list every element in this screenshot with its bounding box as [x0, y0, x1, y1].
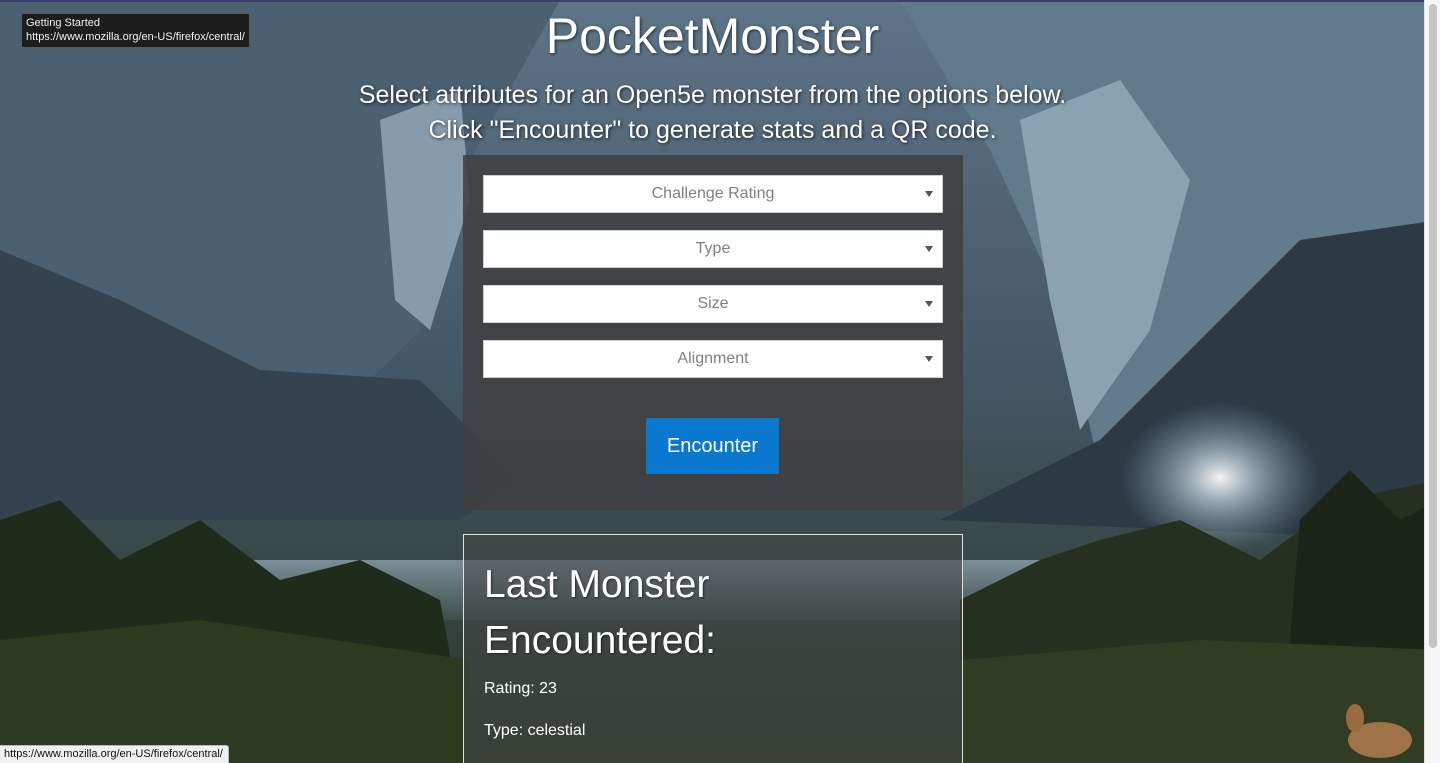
alignment-select[interactable]: Alignment [483, 340, 943, 378]
challenge-rating-select[interactable]: Challenge Rating [483, 175, 943, 213]
last-monster-heading: Last Monster Encountered: [484, 563, 717, 662]
last-monster-panel: Last Monster Encountered: Rating: 23 Typ… [463, 534, 963, 763]
size-select[interactable]: Size [483, 285, 943, 323]
chevron-down-icon [925, 356, 933, 362]
challenge-rating-placeholder: Challenge Rating [651, 185, 775, 202]
subtitle-line-1: Select attributes for an Open5e monster … [358, 81, 1067, 109]
type-select[interactable]: Type [483, 230, 943, 268]
chevron-down-icon [925, 191, 933, 197]
monster-form-panel: Challenge Rating Type Size Alignment Enc… [463, 155, 963, 510]
alignment-placeholder: Alignment [677, 350, 749, 367]
encounter-button[interactable]: Encounter [646, 418, 779, 474]
window-top-border [0, 0, 1440, 2]
type-placeholder: Type [695, 240, 731, 257]
monster-rating: Rating: 23 [484, 680, 557, 697]
chevron-down-icon [925, 301, 933, 307]
chevron-down-icon [925, 246, 933, 252]
subtitle-line-2: Click "Encounter" to generate stats and … [428, 116, 997, 144]
page-subtitle: Select attributes for an Open5e monster … [0, 78, 1425, 148]
size-placeholder: Size [697, 295, 729, 312]
scrollbar-thumb[interactable] [1429, 4, 1437, 648]
link-tooltip: Getting Started https://www.mozilla.org/… [21, 13, 250, 48]
tooltip-title: Getting Started [26, 17, 100, 29]
tooltip-url: https://www.mozilla.org/en-US/firefox/ce… [26, 31, 245, 43]
monster-type: Type: celestial [484, 722, 586, 739]
status-bar-url: https://www.mozilla.org/en-US/firefox/ce… [0, 745, 229, 763]
